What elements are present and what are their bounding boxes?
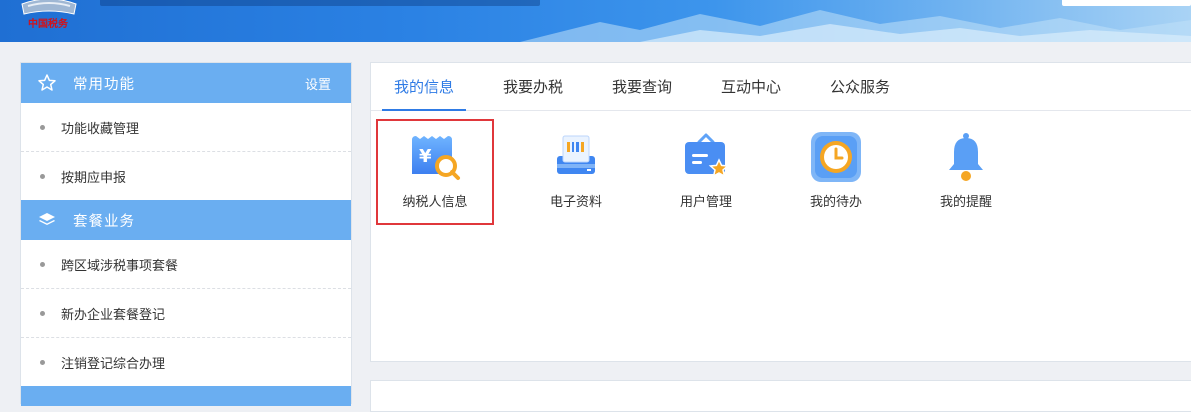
user-management-icon: [685, 133, 730, 178]
sidebar-item-label: 功能收藏管理: [61, 121, 140, 137]
header-search-box[interactable]: [1062, 0, 1191, 6]
site-title-strip: [100, 0, 540, 6]
svg-text:中国税务: 中国税务: [28, 17, 69, 30]
tab-bar: 我的信息 我要办税 我要查询 互动中心 公众服务: [371, 63, 1191, 111]
bullet-icon: [40, 173, 45, 179]
star-icon: [37, 73, 57, 93]
section-header-common-functions[interactable]: 常用功能 设置: [21, 63, 351, 103]
tile-taxpayer-info[interactable]: ¥ 纳税人信息: [375, 123, 495, 223]
secondary-panel: [370, 380, 1191, 412]
mountain-decoration: [520, 10, 1191, 42]
sidebar-item-favorites[interactable]: 功能收藏管理: [21, 103, 351, 152]
bell-icon: [949, 133, 983, 181]
sidebar-item-label: 注销登记综合办理: [61, 356, 166, 372]
bullet-icon: [40, 261, 45, 267]
section-title: 常用功能: [73, 76, 135, 93]
sidebar-item-cross-region[interactable]: 跨区域涉税事项套餐: [21, 240, 351, 289]
tile-label: 我的提醒: [939, 195, 992, 210]
tab-my-info[interactable]: 我的信息: [381, 63, 467, 111]
sidebar-item-label: 按期应申报: [61, 170, 127, 186]
sidebar-item-deregistration[interactable]: 注销登记综合办理: [21, 338, 351, 386]
sidebar-item-label: 跨区域涉税事项套餐: [61, 258, 179, 274]
taxpayer-info-icon: ¥: [412, 136, 460, 180]
tile-label: 纳税人信息: [402, 195, 468, 210]
sidebar-item-new-enterprise[interactable]: 新办企业套餐登记: [21, 289, 351, 338]
layers-icon: [37, 210, 57, 230]
clock-icon: [811, 132, 861, 182]
settings-link[interactable]: 设置: [305, 74, 331, 93]
tile-label: 用户管理: [679, 195, 732, 210]
left-sidebar: 常用功能 设置 功能收藏管理 按期应申报 套餐业务 跨区域涉税事项套餐 新办企业…: [20, 62, 352, 406]
main-panel: 我的信息 我要办税 我要查询 互动中心 公众服务 ¥ 纳税人信息 电子资料 用户…: [370, 62, 1191, 362]
tab-public-service[interactable]: 公众服务: [830, 63, 890, 110]
tile-label: 我的待办: [809, 195, 862, 210]
section-title: 套餐业务: [73, 213, 135, 230]
tile-label: 电子资料: [549, 195, 602, 210]
tile-my-reminders[interactable]: 我的提醒: [906, 123, 1026, 223]
tile-user-management[interactable]: 用户管理: [646, 123, 766, 223]
tile-my-todo[interactable]: 我的待办: [776, 123, 896, 223]
section-header-collapsed[interactable]: [21, 386, 351, 406]
sidebar-item-periodic-declaration[interactable]: 按期应申报: [21, 152, 351, 200]
tab-interaction-center[interactable]: 互动中心: [721, 63, 781, 110]
sidebar-item-label: 新办企业套餐登记: [61, 307, 166, 323]
top-banner: 中国税务: [0, 0, 1191, 42]
bullet-icon: [40, 310, 45, 316]
bullet-icon: [40, 359, 45, 365]
svg-text:¥: ¥: [419, 146, 432, 167]
tab-query[interactable]: 我要查询: [612, 63, 672, 110]
bullet-icon: [40, 124, 45, 130]
tab-tax-handling[interactable]: 我要办税: [503, 63, 563, 110]
electronic-document-icon: [557, 135, 595, 174]
tile-electronic-docs[interactable]: 电子资料: [516, 123, 636, 223]
tax-emblem-logo[interactable]: 中国税务: [16, 0, 82, 40]
section-header-package-business[interactable]: 套餐业务: [21, 200, 351, 240]
